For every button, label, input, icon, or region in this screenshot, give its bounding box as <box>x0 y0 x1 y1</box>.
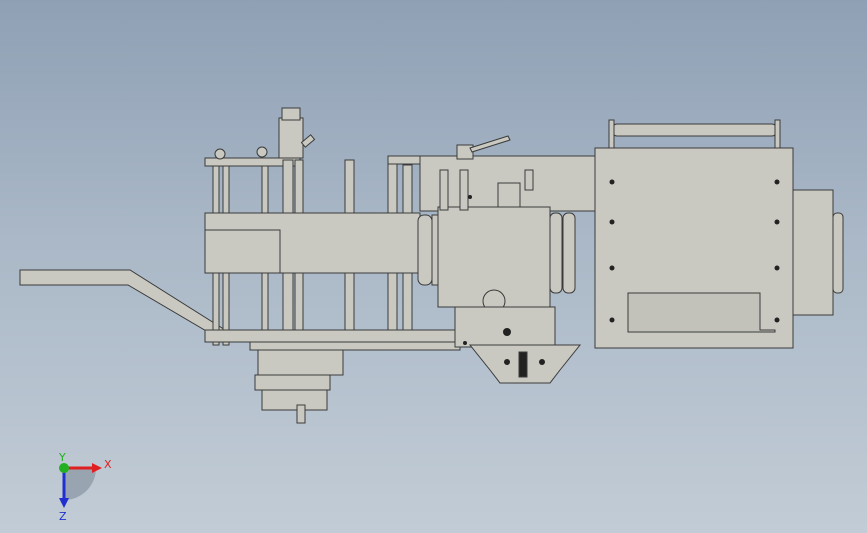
bolt <box>609 265 615 271</box>
cylinder-cap <box>281 107 301 121</box>
graphics-viewport[interactable]: X Y Z <box>0 0 867 533</box>
triad-z-label: Z <box>59 510 67 522</box>
triad-x-label: X <box>104 458 112 471</box>
motor-housing <box>257 349 344 376</box>
bolt <box>774 179 780 185</box>
motor-base <box>261 389 328 411</box>
bolt <box>774 265 780 271</box>
right-housing-side <box>792 189 834 316</box>
right-housing-top-bar <box>611 123 778 137</box>
roller <box>549 212 563 294</box>
bolt <box>503 328 511 336</box>
motor-flange <box>254 374 331 391</box>
bolt <box>774 219 780 225</box>
triad-x-arrow <box>92 463 102 473</box>
bolt <box>609 179 615 185</box>
gear-slot <box>518 351 528 378</box>
center-lower-block <box>454 306 556 348</box>
coordinate-triad: X Y Z <box>58 452 112 522</box>
triad-y-label: Y <box>58 452 66 464</box>
right-housing-bracket <box>774 119 781 149</box>
small-cylinder <box>497 182 521 208</box>
knob <box>214 148 226 160</box>
cad-model-top-view[interactable] <box>0 0 867 533</box>
bolt <box>609 219 615 225</box>
bottom-rail-lower <box>249 341 461 351</box>
bolt <box>539 359 545 365</box>
right-roller <box>832 212 844 294</box>
handle-lever <box>469 135 511 153</box>
bolt <box>463 341 467 345</box>
right-housing-bracket <box>608 119 615 149</box>
triad-z-arrow <box>59 498 69 508</box>
bolt <box>468 195 472 199</box>
bottom-rail <box>204 329 456 343</box>
roller <box>431 214 439 286</box>
right-housing-cutout <box>627 292 776 333</box>
belt-plate-left-block <box>204 229 281 274</box>
motor-shaft <box>296 404 306 424</box>
triad-shadow-arc <box>64 468 96 500</box>
small-cylinder <box>459 169 469 211</box>
cylinder-body <box>278 117 304 159</box>
bolt <box>504 359 510 365</box>
small-cylinder <box>439 169 449 211</box>
roller <box>562 212 576 294</box>
bolt <box>609 317 615 323</box>
handle-base <box>456 144 474 160</box>
bolt <box>774 317 780 323</box>
roller <box>417 214 433 286</box>
triad-y-axis-dot <box>59 463 69 473</box>
small-cylinder <box>524 169 534 191</box>
knob <box>256 146 268 158</box>
